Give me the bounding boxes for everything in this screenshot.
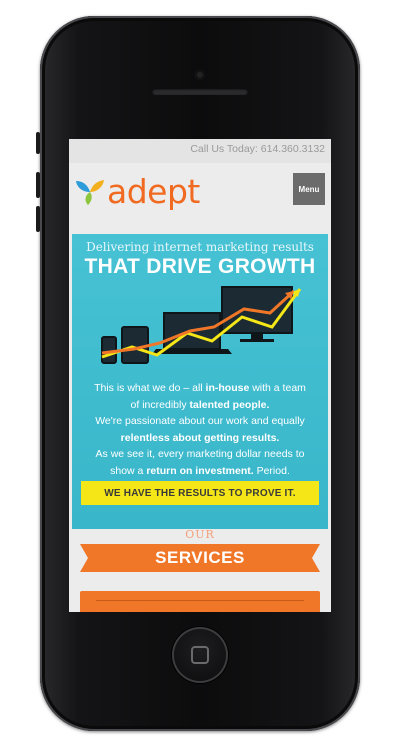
services-title: SERVICES [155, 548, 245, 567]
front-camera [195, 70, 205, 80]
home-square-icon [191, 646, 209, 664]
services-kicker: OUR [185, 528, 215, 541]
menu-button[interactable]: Menu [293, 173, 325, 205]
results-cta-button[interactable]: WE HAVE THE RESULTS TO PROVE IT. [81, 481, 319, 505]
hero-body-text: This is what we do – all in-house with a… [94, 382, 306, 477]
hero-title: THAT DRIVE GROWTH [84, 255, 316, 278]
earpiece-speaker [152, 88, 248, 95]
hero-banner: Delivering internet marketing results TH… [72, 234, 328, 529]
call-us-bar: Call Us Today: 614.360.3132 [69, 139, 331, 163]
hero-subtitle: Delivering internet marketing results [86, 240, 314, 254]
site-header: adept Menu [69, 163, 331, 219]
logo-wordmark: adept [107, 171, 200, 211]
call-us-text[interactable]: Call Us Today: 614.360.3132 [190, 143, 325, 155]
service-card[interactable] [80, 591, 320, 612]
leaf-logo-icon [76, 180, 104, 205]
devices-growth-illustration [101, 286, 302, 364]
tablet-icon [121, 326, 149, 364]
adept-logo[interactable]: adept [75, 171, 225, 211]
smartphone-icon [101, 336, 117, 364]
volume-up-button [36, 172, 40, 198]
services-ribbon: SERVICES [80, 544, 320, 572]
phone-screen: Call Us Today: 614.360.3132 adept Menu D… [69, 139, 331, 612]
card-divider [96, 600, 304, 601]
mute-switch [36, 132, 40, 154]
volume-down-button [36, 206, 40, 232]
